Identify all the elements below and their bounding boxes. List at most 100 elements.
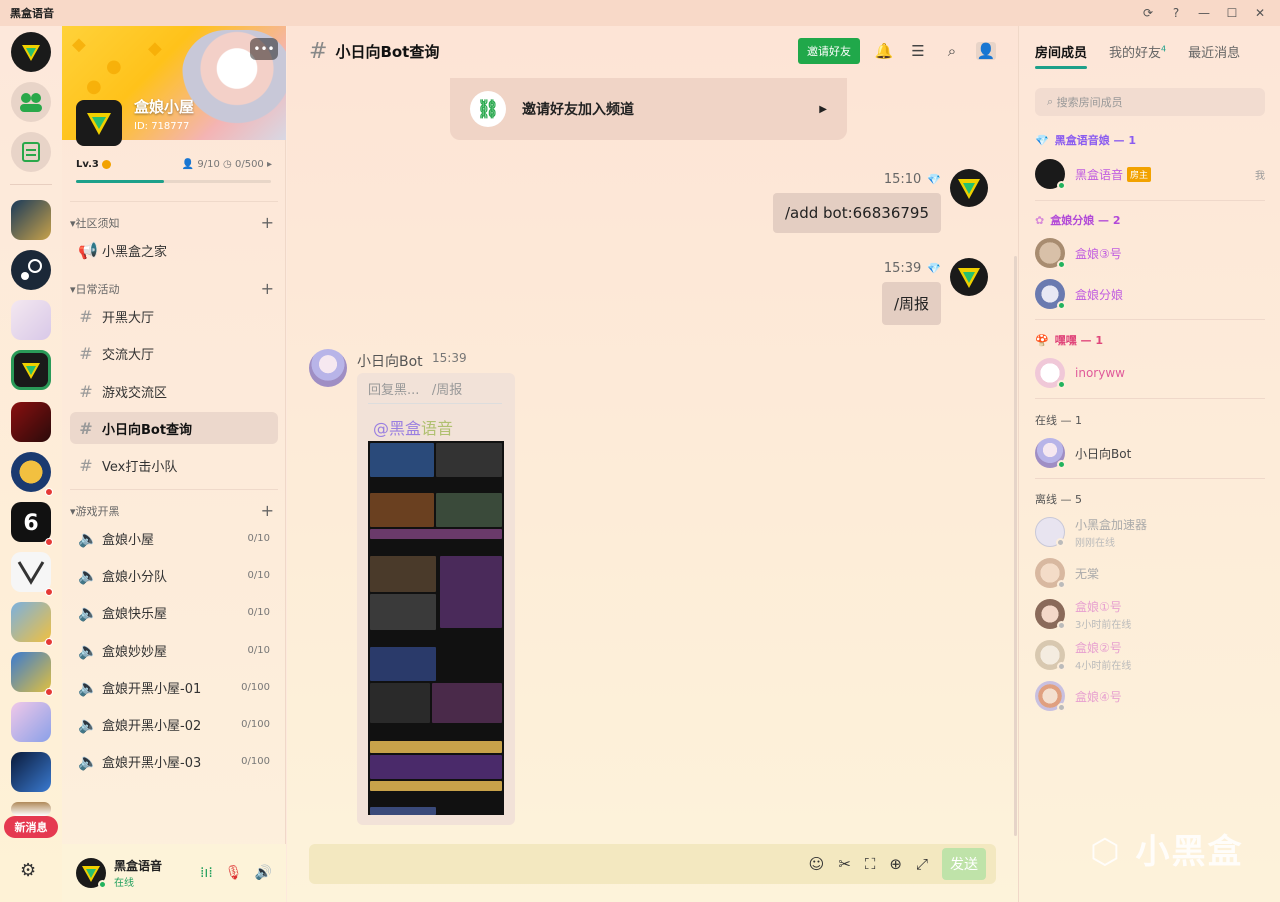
bot-name[interactable]: 小日向Bot xyxy=(357,351,423,371)
store-icon[interactable] xyxy=(11,132,51,172)
plus-icon[interactable]: ⊕ xyxy=(889,855,902,873)
member-row[interactable]: 盒娘③号 xyxy=(1035,237,1265,269)
voice-channel[interactable]: 🔈 盒娘开黑小屋-02 0/100 xyxy=(70,708,278,740)
member-name-block: 小黑盒加速器 刚刚在线 xyxy=(1075,516,1147,549)
report-tile xyxy=(370,683,430,723)
category-game[interactable]: ▾游戏开黑 + xyxy=(70,501,274,520)
tools-icon[interactable]: ✂ xyxy=(838,855,851,873)
member-row[interactable]: 盒娘②号 4小时前在线 xyxy=(1035,639,1265,672)
member-search-input[interactable]: ⌕ 搜索房间成员 xyxy=(1035,88,1265,116)
channel-game-talk[interactable]: # 游戏交流区 xyxy=(70,375,278,407)
category-daily[interactable]: ▾日常活动 + xyxy=(70,279,274,298)
reply-text: /周报 xyxy=(431,383,463,398)
heybox-server-icon[interactable] xyxy=(11,350,51,390)
destiny-server-icon[interactable] xyxy=(11,552,51,592)
last-seen: 4小时前在线 xyxy=(1075,660,1132,672)
league-server-icon[interactable] xyxy=(11,200,51,240)
channel-count: 0/100 xyxy=(241,681,270,693)
steam-server-icon[interactable] xyxy=(11,250,51,290)
member-row[interactable]: 无棠 xyxy=(1035,557,1265,589)
message-composer[interactable]: ☺ ✂ ⛶ ⊕ ⤢ 发送 xyxy=(309,844,996,884)
voice-channel[interactable]: 🔈 盒娘开黑小屋-03 0/100 xyxy=(70,745,278,777)
member-name-block: 盒娘②号 4小时前在线 xyxy=(1075,639,1131,672)
maximize-icon[interactable]: ☐ xyxy=(1218,0,1246,26)
invite-friends-button[interactable]: 邀请好友 xyxy=(798,38,860,64)
channel-count: 0/100 xyxy=(241,755,270,767)
rainbow-six-server-icon[interactable]: 6 xyxy=(11,502,51,542)
reply-quote[interactable]: 回复黑... /周报 xyxy=(368,379,502,404)
weekly-report-image[interactable] xyxy=(368,441,504,815)
unread-dot xyxy=(45,688,53,696)
palworld-server-icon[interactable] xyxy=(11,602,51,642)
channel-label: 游戏交流区 xyxy=(102,385,168,401)
member-name: 盒娘分娘 xyxy=(1075,287,1124,302)
avatar xyxy=(1035,159,1066,190)
hash-icon: # xyxy=(79,418,93,438)
mic-muted-icon[interactable]: 🎙 xyxy=(225,865,243,881)
game-server-icon[interactable] xyxy=(11,652,51,692)
avatar[interactable] xyxy=(950,169,988,207)
voice-channel[interactable]: 🔈 盒娘快乐屋 0/10 xyxy=(70,596,278,628)
ready-or-not-server-icon[interactable] xyxy=(11,402,51,442)
deer-server-icon[interactable] xyxy=(11,752,51,792)
member-row[interactable]: 黑盒语音 房主 我 xyxy=(1035,158,1265,190)
friends-icon[interactable] xyxy=(11,82,51,122)
screenshot-icon[interactable]: ⛶ xyxy=(865,855,876,873)
voice-channel[interactable]: 🔈 盒娘开黑小屋-01 0/100 xyxy=(70,671,278,703)
voice-channel[interactable]: 🔈 盒娘小屋 0/10 xyxy=(70,522,278,554)
tab-recent-messages[interactable]: 最近消息 xyxy=(1188,42,1240,61)
member-row[interactable]: 盒娘④号 xyxy=(1035,680,1265,712)
avatar xyxy=(1035,517,1065,547)
voice-activity-icon[interactable]: ⁞ı⁞ xyxy=(200,865,213,881)
add-channel-icon[interactable]: + xyxy=(261,213,274,232)
expand-icon[interactable]: ⤢ xyxy=(916,855,928,873)
menu-icon[interactable]: ☰ xyxy=(908,42,928,60)
bell-icon[interactable]: 🔔 xyxy=(874,42,894,60)
invite-card[interactable]: ⛓ 邀请好友加入频道 ▶ xyxy=(450,78,847,140)
mention[interactable]: @黑盒语音 xyxy=(373,415,453,439)
voice-channel[interactable]: 🔈 盒娘小分队 0/10 xyxy=(70,559,278,591)
member-row[interactable]: inoryww xyxy=(1035,357,1265,389)
add-channel-icon[interactable]: + xyxy=(261,279,274,298)
member-row[interactable]: 盒娘①号 3小时前在线 xyxy=(1035,598,1265,631)
chat-scrollbar[interactable] xyxy=(1014,256,1017,836)
member-row[interactable]: 盒娘分娘 xyxy=(1035,278,1265,310)
channel-chat-hall[interactable]: # 交流大厅 xyxy=(70,337,278,369)
friends-badge: 4 xyxy=(1161,44,1167,54)
help-icon[interactable]: ? xyxy=(1162,0,1190,26)
anime-server-icon[interactable] xyxy=(11,300,51,340)
new-message-badge[interactable]: 新消息 xyxy=(4,816,58,838)
category-community[interactable]: ▾社区须知 + xyxy=(70,213,274,232)
avatar[interactable] xyxy=(950,258,988,296)
refresh-icon[interactable]: ⟳ xyxy=(1134,0,1162,26)
channel-kaihei-hall[interactable]: # 开黑大厅 xyxy=(70,300,278,332)
tab-my-friends[interactable]: 我的好友4 xyxy=(1109,42,1166,61)
more-icon[interactable]: ••• xyxy=(250,38,278,60)
anime-girl-server-icon[interactable] xyxy=(11,702,51,742)
avatar[interactable] xyxy=(76,858,107,889)
diamond-icon: 💎 xyxy=(1035,133,1049,147)
bot-avatar[interactable] xyxy=(309,349,347,387)
member-row[interactable]: 小黑盒加速器 刚刚在线 xyxy=(1035,516,1265,549)
send-button[interactable]: 发送 xyxy=(942,848,986,880)
minimize-icon[interactable]: — xyxy=(1190,0,1218,26)
members-icon[interactable]: 👤 xyxy=(976,42,996,60)
speaker-icon[interactable]: 🔊 xyxy=(255,865,272,881)
emoji-icon[interactable]: ☺ xyxy=(809,855,825,873)
channel-xiaoheihe-home[interactable]: 📢 小黑盒之家 xyxy=(70,234,278,266)
gear-icon[interactable]: ⚙ xyxy=(20,860,36,881)
divider xyxy=(1035,478,1265,479)
member-row[interactable]: 小日向Bot xyxy=(1035,437,1265,469)
search-icon[interactable]: ⌕ xyxy=(942,42,962,60)
wow-server-icon[interactable] xyxy=(11,452,51,492)
nightingale-server-icon[interactable] xyxy=(11,802,51,816)
group-label: 黑盒语音娘 — 1 xyxy=(1054,134,1137,147)
channel-vex-squad[interactable]: # Vex打击小队 xyxy=(70,449,278,481)
heybox-logo-icon[interactable] xyxy=(11,32,51,72)
voice-channel[interactable]: 🔈 盒娘妙妙屋 0/10 xyxy=(70,634,278,666)
add-channel-icon[interactable]: + xyxy=(261,501,274,520)
channel-label: 盒娘开黑小屋-01 xyxy=(102,681,202,697)
close-icon[interactable]: ✕ xyxy=(1246,0,1274,26)
tab-room-members[interactable]: 房间成员 xyxy=(1035,42,1088,69)
channel-bot-query[interactable]: # 小日向Bot查询 xyxy=(70,412,278,444)
